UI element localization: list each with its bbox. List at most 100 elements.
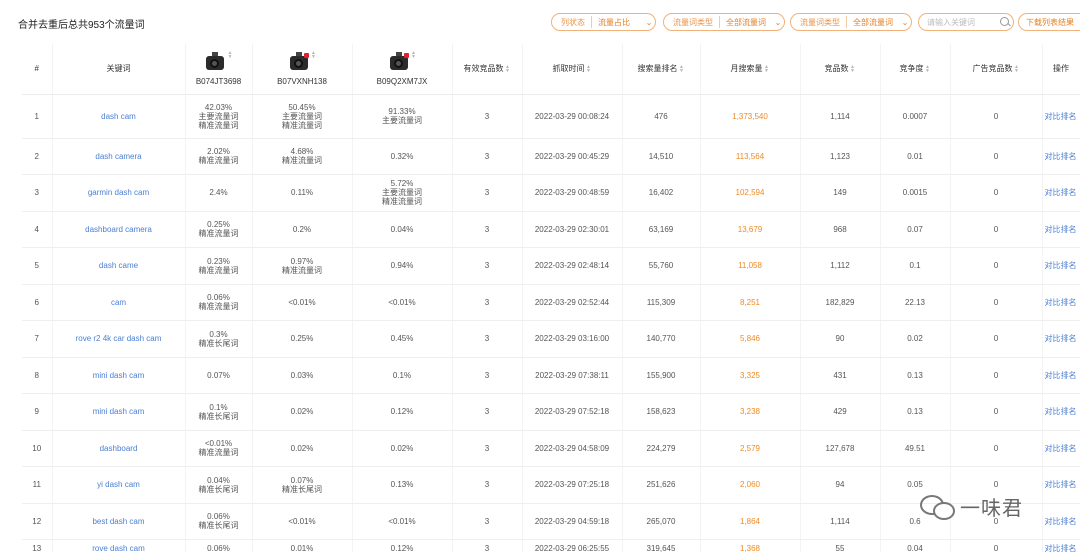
monthly-search: 3,238 (700, 393, 801, 431)
product-1-share: 0.06% 精准长尾词 (185, 503, 253, 540)
valid-count: 3 (452, 284, 523, 321)
dash-cam-product-image[interactable] (288, 51, 310, 75)
monthly-search: 2,579 (700, 430, 801, 467)
traffic-share: 0.1% (209, 402, 228, 412)
product-3-share: 0.02% (352, 430, 453, 467)
sort-icon[interactable]: ▲ ▼ (925, 65, 931, 74)
watermark: 一味君 (920, 486, 1023, 526)
search-rank: 140,770 (622, 320, 701, 358)
sort-icon[interactable]: ▲ ▼ (505, 65, 511, 74)
traffic-share: 0.04% (390, 224, 414, 234)
monthly-search: 5,846 (700, 320, 801, 358)
ad-count: 0 (950, 320, 1043, 358)
valid-count: 3 (452, 393, 523, 431)
col-label: 广告竞品数 (972, 64, 1013, 74)
keyword-link[interactable]: best dash cam (52, 503, 186, 540)
keyword-link[interactable]: rove dash cam (52, 539, 186, 552)
traffic-share: 0.11% (290, 188, 314, 198)
dash-cam-product-image[interactable] (204, 51, 226, 75)
keyword-link[interactable]: dash cam (52, 94, 186, 139)
traffic-share: 0.3% (209, 329, 228, 339)
col-fetch-time[interactable]: 抓取时间 ▲ ▼ (522, 44, 623, 95)
traffic-share: 2.02% (207, 147, 230, 157)
result-summary: 合并去重后总共953个流量词 (18, 20, 145, 31)
compare-rank-link[interactable]: 对比排名 (1042, 393, 1080, 431)
search-rank: 55,760 (622, 247, 701, 285)
keyword-tag: 精准流量词 (198, 448, 239, 458)
compare-rank-link[interactable]: 对比排名 (1042, 430, 1080, 467)
compare-rank-link[interactable]: 对比排名 (1042, 320, 1080, 358)
compare-rank-link[interactable]: 对比排名 (1042, 94, 1080, 139)
product-3-share: <0.01% (352, 284, 453, 321)
keyword-link[interactable]: garmin dash cam (52, 174, 186, 212)
keyword-search-input[interactable]: 请输入关键词 (918, 13, 1014, 31)
compare-rank-link[interactable]: 对比排名 (1042, 284, 1080, 321)
compare-rank-link[interactable]: 对比排名 (1042, 174, 1080, 212)
col-ad-count[interactable]: 广告竞品数 ▲ ▼ (950, 44, 1043, 95)
row-index: 7 (22, 320, 53, 358)
ad-count: 0 (950, 357, 1043, 394)
keyword-link[interactable]: rove r2 4k car dash cam (52, 320, 186, 358)
sort-icon[interactable]: ▲ ▼ (764, 65, 770, 74)
traffic-share: 0.13% (390, 480, 414, 490)
compare-rank-link[interactable]: 对比排名 (1042, 539, 1080, 552)
product-2-share: 0.25% (252, 320, 353, 358)
dash-cam-product-image[interactable] (388, 51, 410, 75)
product-1-share: 0.06% (185, 539, 253, 552)
traffic-share: 0.02% (290, 407, 314, 417)
compare-rank-link[interactable]: 对比排名 (1042, 503, 1080, 540)
monthly-search: 113,564 (700, 138, 801, 175)
compare-rank-link[interactable]: 对比排名 (1042, 357, 1080, 394)
search-rank: 265,070 (622, 503, 701, 540)
sort-icon[interactable]: ▲ ▼ (1014, 65, 1020, 74)
table-row: 6 cam 0.06% 精准流量词 <0.01% <0.01% 3 2022-03-29 02… (22, 284, 1080, 321)
sort-icon[interactable]: ▲ ▼ (586, 65, 592, 74)
watermark-text: 一味君 (960, 497, 1023, 520)
col-monthly-search[interactable]: 月搜索量 ▲ ▼ (700, 44, 801, 95)
sort-icon[interactable]: ▲ ▼ (411, 51, 417, 60)
keyword-type-filter-1[interactable]: 流量词类型 全部流量词 ⌄ (663, 13, 785, 31)
col-competition[interactable]: 竞争度 ▲ ▼ (880, 44, 951, 95)
product-2-share: 0.07% 精准长尾词 (252, 466, 353, 504)
col-search-rank[interactable]: 搜索量排名 ▲ ▼ (622, 44, 701, 95)
keyword-link[interactable]: dashboard (52, 430, 186, 467)
row-index: 13 (22, 539, 53, 552)
search-icon[interactable] (999, 13, 1013, 31)
col-product-count[interactable]: 竞品数 ▲ ▼ (800, 44, 881, 95)
keyword-link[interactable]: yi dash cam (52, 466, 186, 504)
compare-rank-link[interactable]: 对比排名 (1042, 466, 1080, 504)
traffic-share: 0.2% (292, 224, 312, 234)
competition: 0.0007 (880, 94, 951, 139)
competition: 0.02 (880, 320, 951, 358)
product-1-share: <0.01% 精准流量词 (185, 430, 253, 467)
monthly-search: 1,864 (700, 503, 801, 540)
keyword-link[interactable]: mini dash cam (52, 393, 186, 431)
keyword-link[interactable]: mini dash cam (52, 357, 186, 394)
valid-count: 3 (452, 320, 523, 358)
table-row: 7 rove r2 4k car dash cam 0.3% 精准长尾词 0.25% 0.… (22, 320, 1080, 358)
keyword-type-filter-2[interactable]: 流量词类型 全部流量词 ⌄ (790, 13, 912, 31)
keyword-link[interactable]: cam (52, 284, 186, 321)
sort-icon[interactable]: ▲ ▼ (227, 51, 233, 60)
compare-rank-link[interactable]: 对比排名 (1042, 138, 1080, 175)
column-state-filter[interactable]: 列状态 流量占比 ⌄ (551, 13, 656, 31)
download-button[interactable]: 下载列表结果 (1018, 13, 1080, 31)
keyword-link[interactable]: dash camera (52, 138, 186, 175)
sort-icon[interactable]: ▲ ▼ (311, 51, 317, 60)
search-rank: 224,279 (622, 430, 701, 467)
fetch-time: 2022-03-29 06:25:55 (522, 539, 623, 552)
product-2-share: 0.02% (252, 430, 353, 467)
compare-rank-link[interactable]: 对比排名 (1042, 247, 1080, 285)
keyword-link[interactable]: dash came (52, 247, 186, 285)
fetch-time: 2022-03-29 00:48:59 (522, 174, 623, 212)
fetch-time: 2022-03-29 04:58:09 (522, 430, 623, 467)
keyword-tag: 精准流量词 (282, 120, 322, 130)
keyword-tag: 精准流量词 (282, 265, 322, 275)
keyword-link[interactable]: dashboard camera (52, 211, 186, 248)
sort-icon[interactable]: ▲ ▼ (850, 65, 856, 74)
compare-rank-link[interactable]: 对比排名 (1042, 211, 1080, 248)
col-valid-count[interactable]: 有效竞品数 ▲ ▼ (452, 44, 523, 95)
product-count: 182,829 (800, 284, 881, 321)
sort-icon[interactable]: ▲ ▼ (679, 65, 685, 74)
row-index: 1 (22, 94, 53, 139)
